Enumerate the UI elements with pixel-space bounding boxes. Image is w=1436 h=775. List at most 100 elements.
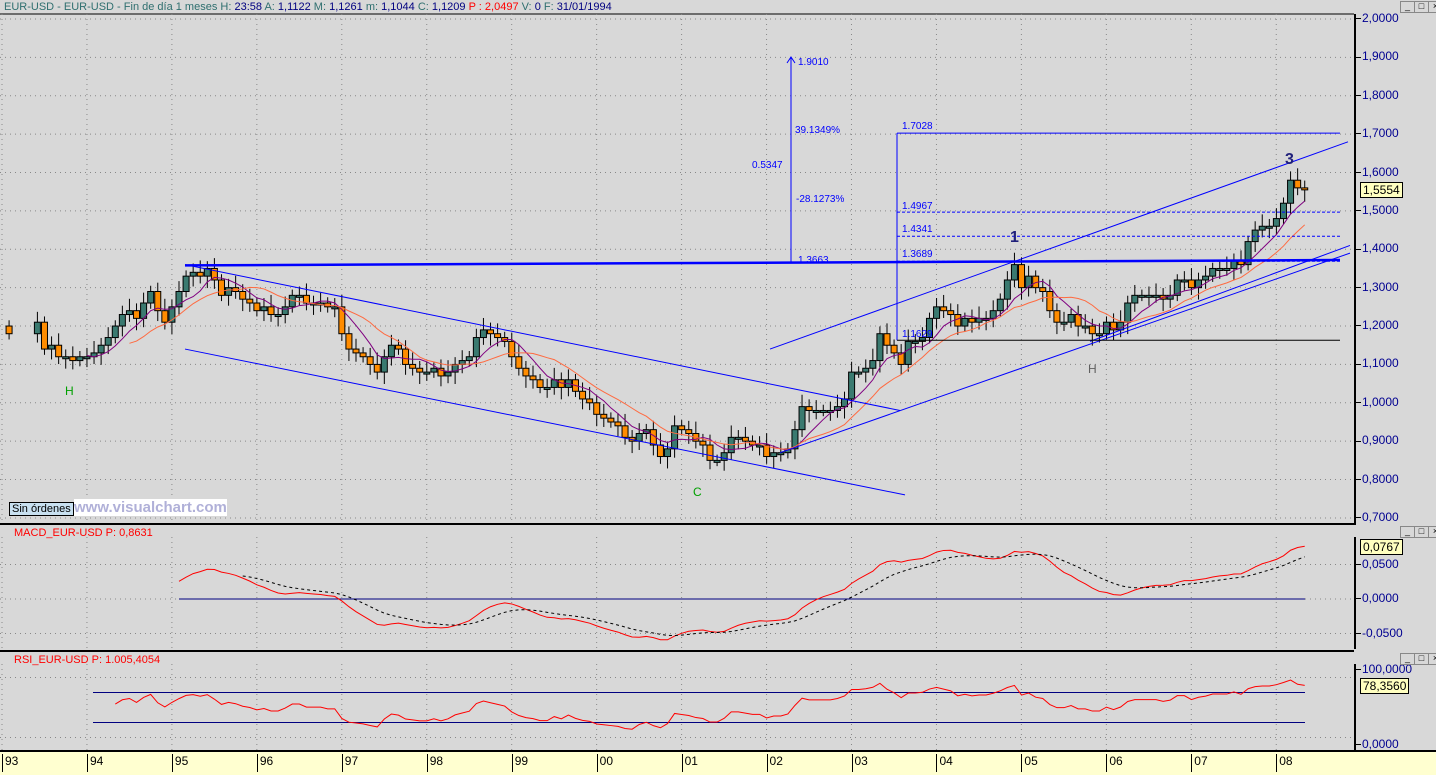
candle-bearish: [373, 363, 381, 373]
time-tick: 00: [596, 754, 613, 772]
candle-bullish: [876, 333, 884, 362]
candle-bearish: [1018, 264, 1026, 289]
candle-bullish: [465, 356, 473, 362]
current-value-badge: 78,3560: [1360, 678, 1410, 694]
candle-bearish: [607, 417, 615, 423]
annotation-wave1: 1: [1010, 229, 1019, 246]
axis-tick: 0,0000: [1356, 737, 1399, 751]
annotation-t2: 1.4967: [902, 201, 933, 212]
axis-tick: 0,0500: [1356, 557, 1399, 571]
time-tick: 98: [426, 754, 443, 772]
axis-tick: 1,2000: [1356, 318, 1399, 332]
candle-bullish: [182, 275, 190, 292]
candle-bullish: [961, 317, 969, 327]
axis-tick: 1,5000: [1356, 203, 1399, 217]
rsi-axis[interactable]: 100,0000 0,0000 78,3560: [1354, 662, 1436, 751]
candle-bullish: [770, 452, 778, 458]
annotation-c: C: [693, 485, 702, 499]
candle-bearish: [1039, 287, 1047, 292]
time-tick: 99: [511, 754, 528, 772]
candle-bearish: [741, 436, 749, 442]
rsi-title: RSI_EUR-USD P: 1.005,4054: [14, 654, 161, 666]
candle-bearish: [579, 390, 587, 400]
candle-bullish: [798, 406, 806, 431]
maximize-button[interactable]: □: [1414, 653, 1429, 665]
time-tick: 08: [1276, 754, 1293, 772]
candle-bullish: [281, 306, 289, 316]
candle-bearish: [366, 356, 374, 365]
watermark: www.visualchart.com: [74, 499, 227, 516]
minimize-button[interactable]: _: [1400, 1, 1415, 13]
annotation-top: 1.9010: [798, 57, 829, 68]
close-button[interactable]: ×: [1428, 526, 1436, 538]
rsi-window-buttons: _ □ ×: [1354, 652, 1436, 665]
candle-bullish: [387, 344, 395, 358]
candle-bearish: [133, 310, 141, 319]
candle-bullish: [83, 356, 91, 360]
axis-tick: 0,8000: [1356, 472, 1399, 486]
candle-bearish: [394, 344, 402, 350]
candle-bullish: [472, 337, 480, 358]
time-tick: 95: [171, 754, 188, 772]
candle-bullish: [1003, 279, 1011, 300]
candle-bullish: [48, 344, 56, 350]
axis-tick: 0,7000: [1356, 510, 1399, 524]
candle-bearish: [890, 344, 898, 354]
minimize-button[interactable]: _: [1400, 653, 1415, 665]
candle-bullish: [111, 325, 119, 339]
time-axis[interactable]: 93 94 95 96 97 98 99 00 01 02 03 04 05 06 07 08: [0, 750, 1436, 775]
candle-bearish: [5, 325, 13, 335]
candle-bullish: [664, 448, 672, 458]
axis-tick: 1,8000: [1356, 88, 1399, 102]
maximize-button[interactable]: □: [1414, 1, 1429, 13]
axis-tick: 1,0000: [1356, 395, 1399, 409]
candle-bullish: [1209, 267, 1217, 277]
candle-bullish: [1131, 294, 1139, 304]
axis-tick: 1,4000: [1356, 241, 1399, 255]
annotation-base: 1.3663: [798, 255, 829, 266]
chart-area[interactable]: 1.9010 39.1349% 0.5347 -28.1273% 1.3663 1.702…: [0, 0, 1354, 750]
candle-bullish: [260, 306, 268, 312]
candle-bullish: [76, 356, 84, 362]
candle-bullish: [635, 433, 643, 442]
candle-bearish: [359, 352, 367, 358]
candle-bullish: [756, 444, 764, 448]
candle-bearish: [685, 429, 693, 435]
candle-bullish: [848, 371, 856, 400]
annotation-pct_up: 39.1349%: [795, 125, 840, 136]
candle-bearish: [409, 363, 417, 369]
candle-bullish: [1279, 202, 1287, 220]
candle-bearish: [161, 310, 169, 323]
candle-bullish: [1060, 321, 1068, 325]
minimize-button[interactable]: _: [1400, 526, 1415, 538]
candle-bullish: [671, 425, 679, 450]
candle-bullish: [862, 367, 870, 373]
candle-bullish: [1095, 333, 1103, 337]
candle-bullish: [1287, 179, 1295, 204]
maximize-button[interactable]: □: [1414, 526, 1429, 538]
time-tick: 96: [256, 754, 273, 772]
annotation-pct_down: -28.1273%: [796, 194, 844, 205]
close-button[interactable]: ×: [1428, 1, 1436, 13]
candle-bullish: [1216, 267, 1224, 271]
candle-bearish: [345, 333, 353, 350]
candle-bearish: [614, 421, 622, 427]
candle-bearish: [536, 379, 544, 388]
rsi-line: [115, 679, 1305, 730]
macd-axis[interactable]: 0,0500 0,0000 -0,0500 0,0767: [1354, 537, 1436, 649]
candle-bullish: [933, 306, 941, 319]
candle-bullish: [1010, 264, 1018, 281]
sin-ordenes-button[interactable]: Sin órdenes: [9, 502, 74, 516]
candle-bullish: [1117, 321, 1125, 331]
axis-tick: 0,0000: [1356, 591, 1399, 605]
candle-bullish: [777, 452, 785, 456]
candle-bullish: [996, 298, 1004, 312]
candle-bullish: [62, 356, 70, 360]
candle-bearish: [678, 425, 686, 431]
candle-bearish: [968, 317, 976, 323]
candle-bullish: [904, 340, 912, 365]
price-axis[interactable]: 2,0000 1,9000 1,8000 1,7000 1,6000 1,5000 1,40…: [1354, 11, 1436, 525]
close-button[interactable]: ×: [1428, 653, 1436, 665]
candle-bearish: [940, 306, 948, 312]
annotation-wave3: 3: [1285, 151, 1294, 168]
